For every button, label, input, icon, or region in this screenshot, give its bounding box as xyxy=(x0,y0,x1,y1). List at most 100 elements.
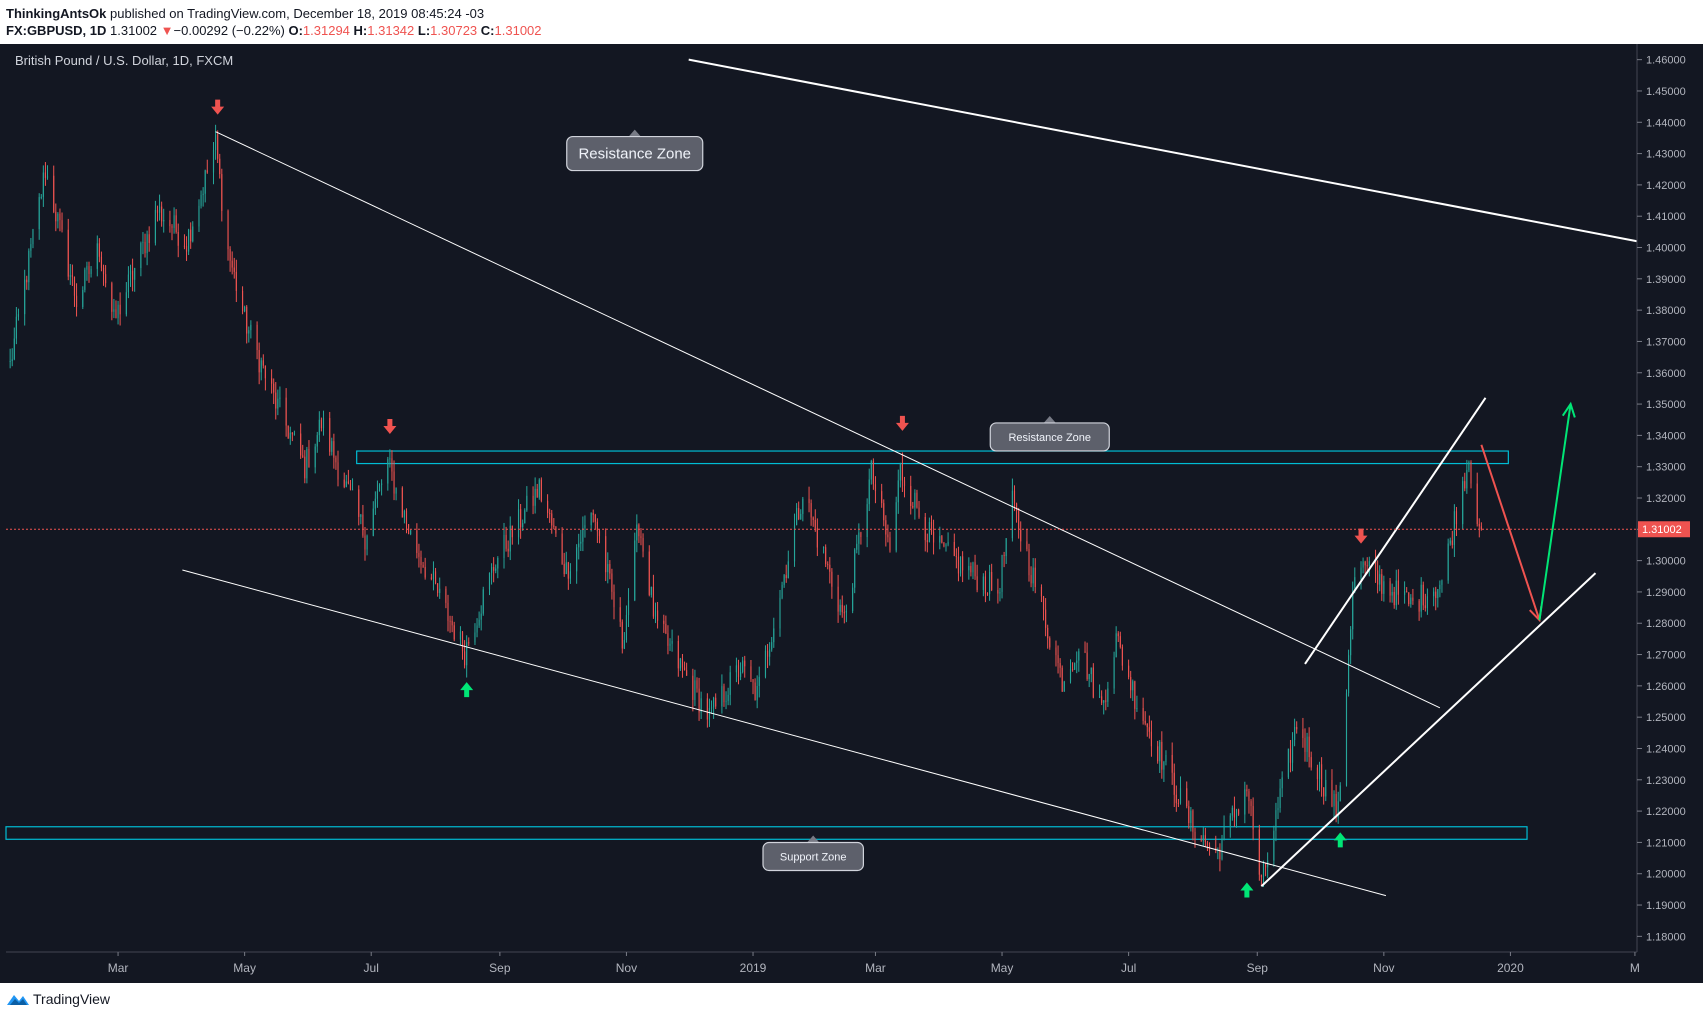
price-tick-label: 1.28000 xyxy=(1646,618,1686,630)
candle-body xyxy=(451,620,453,626)
tradingview-brand[interactable]: TradingView xyxy=(33,991,110,1007)
candle-body xyxy=(171,226,173,228)
time-tick-label: Jul xyxy=(364,961,379,975)
candle-body xyxy=(918,507,920,517)
candle-body xyxy=(1003,554,1005,557)
candle-body xyxy=(1462,481,1464,525)
candle-body xyxy=(758,676,760,686)
candle-body xyxy=(422,565,424,568)
price-tick-label: 1.32000 xyxy=(1646,493,1686,505)
candle-body xyxy=(986,593,989,595)
candle-body xyxy=(860,532,862,538)
candle-body xyxy=(962,556,964,571)
candle-body xyxy=(781,584,783,598)
candle-body xyxy=(1192,810,1194,832)
candle-body xyxy=(959,556,962,574)
candle-body xyxy=(1250,801,1252,807)
time-tick-label: 2020 xyxy=(1497,961,1524,975)
candle-body xyxy=(46,175,49,178)
candle-body xyxy=(1090,667,1092,675)
candle-body xyxy=(434,571,437,584)
candle-body xyxy=(100,256,103,268)
open-label: O: xyxy=(288,23,303,38)
candle-body xyxy=(1364,561,1366,566)
candle-body xyxy=(1011,490,1013,539)
candle-body xyxy=(212,150,215,173)
candle-body xyxy=(190,229,192,242)
candle-body xyxy=(260,360,262,373)
candle-body xyxy=(914,492,916,508)
candle-body xyxy=(1175,794,1177,804)
candle-body xyxy=(1084,651,1086,653)
time-tick-label: May xyxy=(991,961,1014,975)
time-tick-label: M xyxy=(1630,961,1640,975)
candle-body xyxy=(947,541,949,545)
candle-body xyxy=(304,456,306,479)
candle-body xyxy=(1113,657,1115,689)
price-tick-label: 1.43000 xyxy=(1646,149,1686,161)
author-name[interactable]: ThinkingAntsOk xyxy=(6,6,106,21)
candle-body xyxy=(329,418,331,452)
candle-body xyxy=(1063,681,1065,692)
candle-body xyxy=(667,633,669,646)
candle-body xyxy=(1028,549,1030,576)
candle-body xyxy=(1103,700,1105,703)
candle-body xyxy=(766,650,769,657)
price-tick-label: 1.42000 xyxy=(1646,180,1686,192)
candle-body xyxy=(256,324,258,350)
candle-body xyxy=(98,243,100,257)
candle-body xyxy=(754,682,756,701)
candle-body xyxy=(553,525,555,527)
candle-body xyxy=(320,419,322,429)
candle-body xyxy=(843,612,845,614)
candle-body xyxy=(129,270,132,275)
candle-body xyxy=(1478,523,1480,527)
symbol-label[interactable]: FX:GBPUSD, 1D xyxy=(6,23,106,38)
price-tick-label: 1.38000 xyxy=(1646,305,1686,317)
candle-body xyxy=(598,531,601,537)
candle-body xyxy=(1055,647,1057,656)
candle-body xyxy=(1086,652,1088,680)
candle-body xyxy=(584,525,586,528)
candle-body xyxy=(287,425,289,439)
time-tick-label: Nov xyxy=(1373,961,1394,975)
candle-body xyxy=(943,542,945,547)
candle-body xyxy=(619,607,621,622)
candle-body xyxy=(82,289,84,307)
candle-body xyxy=(480,613,482,620)
candle-body xyxy=(55,211,57,222)
candle-body xyxy=(569,571,571,579)
candle-body xyxy=(1360,567,1362,578)
candle-body xyxy=(461,631,464,652)
candle-body xyxy=(1238,809,1240,815)
candle-body xyxy=(1306,736,1308,752)
candle-body xyxy=(897,480,899,503)
plot-area[interactable] xyxy=(6,44,1637,952)
candle-body xyxy=(1142,708,1144,721)
candle-body xyxy=(1289,748,1292,763)
candle-body xyxy=(358,489,360,517)
candle-body xyxy=(293,433,296,435)
candle-body xyxy=(511,525,513,538)
candle-body xyxy=(1362,561,1364,568)
last-price-tag: 1.31002 xyxy=(1638,521,1690,538)
tradingview-logo-icon xyxy=(7,995,29,1005)
candle-body xyxy=(590,512,592,526)
candle-body xyxy=(1132,681,1134,691)
candle-body xyxy=(71,275,73,277)
candle-body xyxy=(1059,663,1061,668)
candle-body xyxy=(723,686,725,703)
candle-body xyxy=(9,360,11,362)
candle-body xyxy=(841,604,843,613)
candle-body xyxy=(982,576,984,590)
candle-body xyxy=(1310,757,1312,768)
candle-body xyxy=(1470,461,1472,484)
candle-body xyxy=(609,564,611,574)
price-chart[interactable]: Resistance Zone Resistance Zone Support Zo… xyxy=(0,44,1703,983)
candle-body xyxy=(563,563,565,575)
candle-body xyxy=(1190,810,1192,824)
candle-body xyxy=(1323,787,1325,797)
candle-body xyxy=(887,534,889,538)
candle-body xyxy=(1480,526,1482,530)
candle-body xyxy=(505,534,507,549)
